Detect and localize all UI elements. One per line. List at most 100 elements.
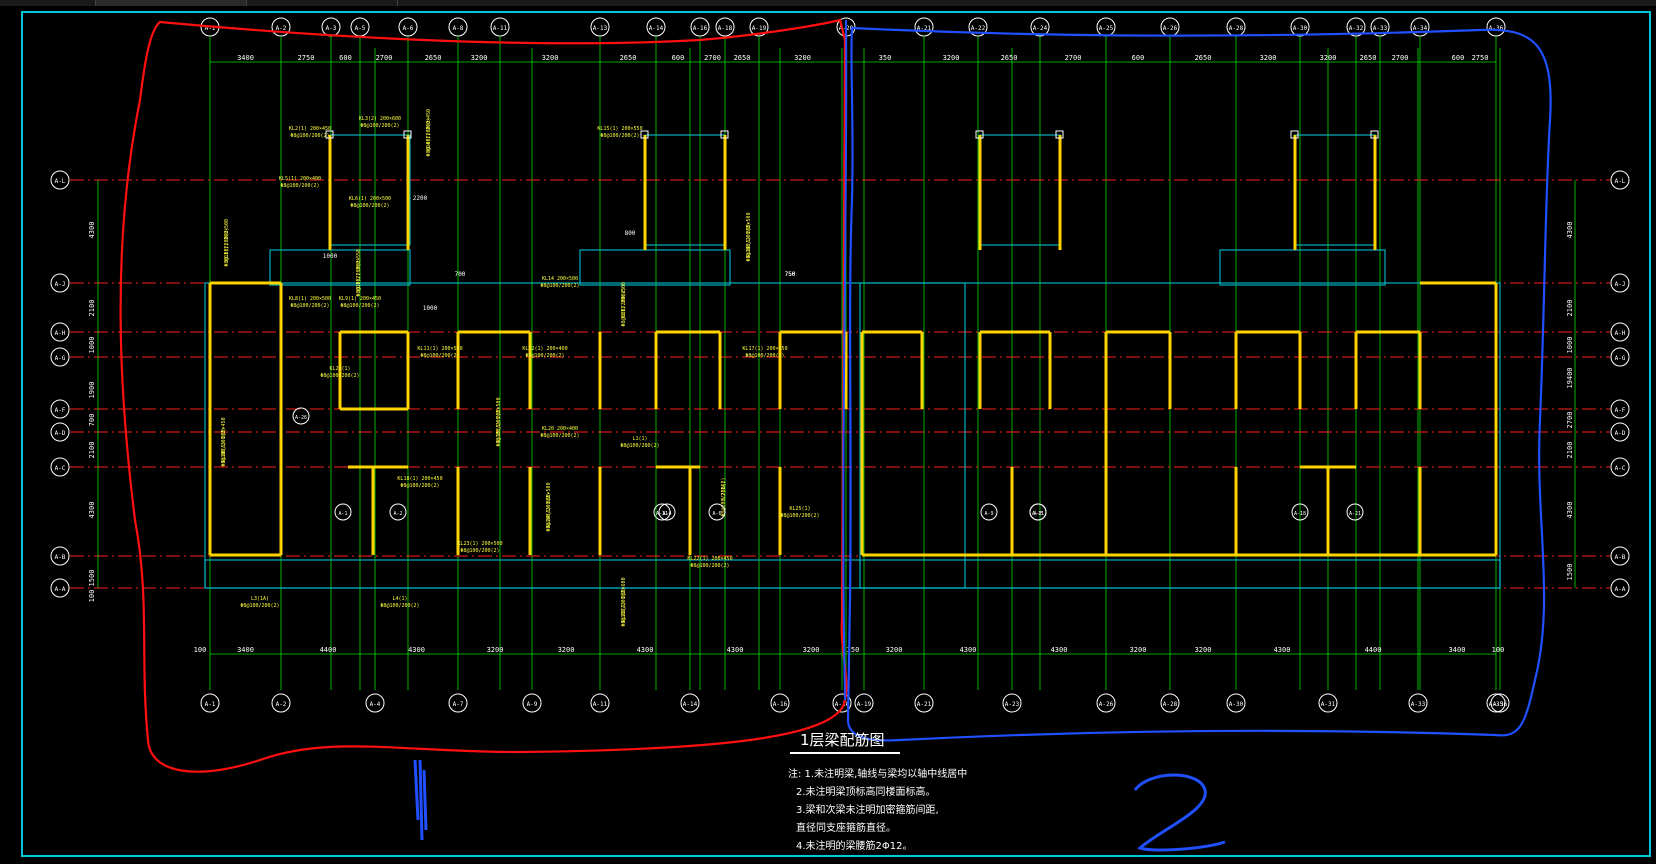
dimension-text-top: 350 bbox=[879, 54, 892, 62]
dimension-text-left: 100 bbox=[88, 590, 96, 603]
dimension-text-top: 2700 bbox=[704, 54, 721, 62]
beam-annotation-rebar: Φ8@100/200(2) bbox=[546, 492, 552, 531]
axis-label-top: A-19 bbox=[752, 25, 767, 32]
beam-annotation-label: KL23(1) 200×500 bbox=[457, 541, 502, 547]
dimension-text-bottom: 4300 bbox=[408, 646, 425, 654]
dimension-text-top: 3200 bbox=[943, 54, 960, 62]
dimension-text-bottom: 4400 bbox=[320, 646, 337, 654]
beam-annotation-label: KL17(1) 200×450 bbox=[742, 346, 787, 352]
axis-label-inner: A-21 bbox=[1349, 511, 1361, 517]
dimension-text-top: 600 bbox=[1132, 54, 1145, 62]
dimension-text-left: 1000 bbox=[88, 337, 96, 354]
dimension-text-top: 2700 bbox=[1392, 54, 1409, 62]
beam-annotation-label: L3(1A) bbox=[251, 596, 269, 602]
beam-annotation-rebar: Φ8@100/200(2) bbox=[420, 353, 459, 359]
small-dimension: 750 bbox=[785, 271, 796, 278]
axis-label-bottom: A-30 bbox=[1229, 701, 1244, 708]
axis-label-inner: A-2 bbox=[393, 511, 402, 517]
axis-label-top: A-14 bbox=[649, 25, 664, 32]
beam-annotation-label: KL2(1) 200×450 bbox=[289, 126, 331, 132]
axis-label-inner: A-18 bbox=[1294, 511, 1306, 517]
axis-label-side: A-B bbox=[55, 554, 66, 561]
dimension-text-top: 3200 bbox=[542, 54, 559, 62]
dimension-text-bottom: 3200 bbox=[1195, 646, 1212, 654]
dimension-text-top: 600 bbox=[1452, 54, 1465, 62]
axis-label-top: A-33 bbox=[1373, 25, 1388, 32]
axis-label-inner: A-E bbox=[1033, 511, 1042, 517]
axis-label-side: A-L bbox=[1615, 178, 1626, 185]
beam-annotations: KL1(1) 200×500Φ8@100/200(2)KL2(1) 200×45… bbox=[221, 109, 820, 627]
axis-label-bottom: A-21 bbox=[917, 701, 932, 708]
axis-label-top: A-11 bbox=[493, 25, 508, 32]
dimension-text-top: 3200 bbox=[1260, 54, 1277, 62]
dimension-text-top: 3400 bbox=[237, 54, 254, 62]
axis-label-bottom: A-7 bbox=[453, 701, 464, 708]
beam-annotation-rebar: Φ8@100/200(2) bbox=[280, 183, 319, 189]
dimension-text-top: 2650 bbox=[1001, 54, 1018, 62]
wall-outline bbox=[329, 134, 411, 246]
note-line-1: 注: 1.未注明梁,轴线与梁均以轴中线居中 bbox=[788, 769, 968, 780]
beam-annotation-rebar: Φ8@100/200(2) bbox=[290, 303, 329, 309]
dimension-text-bottom: 100 bbox=[194, 646, 207, 654]
handwritten-region-1 bbox=[413, 759, 428, 841]
beam-annotation-rebar: Φ8@100/200(2) bbox=[746, 222, 752, 261]
axis-label-top: A-5 bbox=[355, 25, 366, 32]
beam-annotation-label: KL6(1) 200×500 bbox=[349, 196, 391, 202]
small-dimension: 2200 bbox=[413, 195, 428, 202]
dimension-text-right: 2700 bbox=[1566, 412, 1574, 429]
wall-outline bbox=[979, 134, 1061, 246]
dimension-text-right: 1000 bbox=[1566, 337, 1574, 354]
wall-outline bbox=[579, 249, 731, 286]
beam-annotation-label: KL26(1) bbox=[329, 366, 350, 372]
dimension-text-bottom: 4300 bbox=[1274, 646, 1291, 654]
beam-annotation-rebar: Φ8@100/200(2) bbox=[540, 433, 579, 439]
beam-annotation-rebar: Φ8@100/200(2) bbox=[620, 443, 659, 449]
beam-annotation-rebar: Φ8@100/200(2) bbox=[380, 603, 419, 609]
dimension-text-right: 4300 bbox=[1566, 502, 1574, 519]
beam-annotation-label: KL15(1) 200×550 bbox=[597, 126, 642, 132]
beam-annotation-label: KL8(1) 200×500 bbox=[289, 296, 331, 302]
axis-label-side: A-B bbox=[1615, 554, 1626, 561]
small-dimension: 700 bbox=[455, 271, 466, 278]
axis-label-bottom: A-36 bbox=[1493, 701, 1508, 708]
axis-label-side: A-G bbox=[1615, 355, 1626, 362]
beam-annotation-rebar: Φ8@100/200(2) bbox=[540, 283, 579, 289]
beam-annotation-rebar: Φ8@100/200(2) bbox=[721, 477, 727, 516]
dimension-text-bottom: 4300 bbox=[960, 646, 977, 654]
axis-label-bottom: A-9 bbox=[527, 701, 538, 708]
beam-annotation-label: KL5(1) 200×400 bbox=[279, 176, 321, 182]
dimension-text-bottom: 3400 bbox=[1449, 646, 1466, 654]
beam-annotation-rebar: Φ8@100/200(2) bbox=[221, 427, 227, 466]
beam-annotation-rebar: Φ8@100/200(2) bbox=[350, 203, 389, 209]
dimension-text-bottom: 4400 bbox=[1365, 646, 1382, 654]
axis-label-side: A-G bbox=[55, 355, 66, 362]
axis-label-top: A-3 bbox=[326, 25, 337, 32]
note-line-4: 直径同支座箍筋直径。 bbox=[796, 823, 896, 834]
axis-label-bottom: A-16 bbox=[773, 701, 788, 708]
beam-annotation-rebar: Φ8@100/200(2) bbox=[400, 483, 439, 489]
dimension-text-top: 2650 bbox=[425, 54, 442, 62]
axis-label-side: A-D bbox=[55, 430, 66, 437]
note-line-2: 2.未注明梁顶标高同楼面标高。 bbox=[796, 787, 936, 798]
axis-bubbles: A-1 A-2 A-3 A-5 A-6 A-8 A-11 A-13 A-14 A-16 A-18 A-… bbox=[50, 17, 1630, 713]
axis-label-bottom: A-2 bbox=[276, 701, 287, 708]
handwritten-region-2 bbox=[1133, 773, 1226, 852]
axis-label-bottom: A-4 bbox=[370, 701, 381, 708]
dimension-text-bottom: 3200 bbox=[558, 646, 575, 654]
beam-annotation-label: L4(1) bbox=[392, 596, 407, 602]
dimension-text-top: 2750 bbox=[298, 54, 315, 62]
beam-annotation-rebar: Φ8@100/200(2) bbox=[621, 287, 627, 326]
drawing-title-underline bbox=[790, 752, 900, 754]
axis-label-side: A-A bbox=[55, 586, 66, 593]
beam-annotation-label: KL22(1) 200×450 bbox=[687, 556, 732, 562]
axis-label-bottom: A-11 bbox=[593, 701, 608, 708]
beam-annotation-rebar: Φ8@100/200(2) bbox=[320, 373, 359, 379]
markup-strokes: 12 bbox=[119, 18, 1552, 852]
beam-annotation-rebar: Φ8@100/200(2) bbox=[621, 587, 627, 626]
dimension-text-right: 19400 bbox=[1566, 367, 1574, 388]
axis-label-bottom: A-28 bbox=[1163, 701, 1178, 708]
beam-annotation-rebar: Φ8@100/200(2) bbox=[224, 227, 230, 266]
axis-label-top: A-26 bbox=[1163, 25, 1178, 32]
dimension-text-left: 2100 bbox=[88, 300, 96, 317]
axis-label-side: A-H bbox=[1615, 330, 1626, 337]
